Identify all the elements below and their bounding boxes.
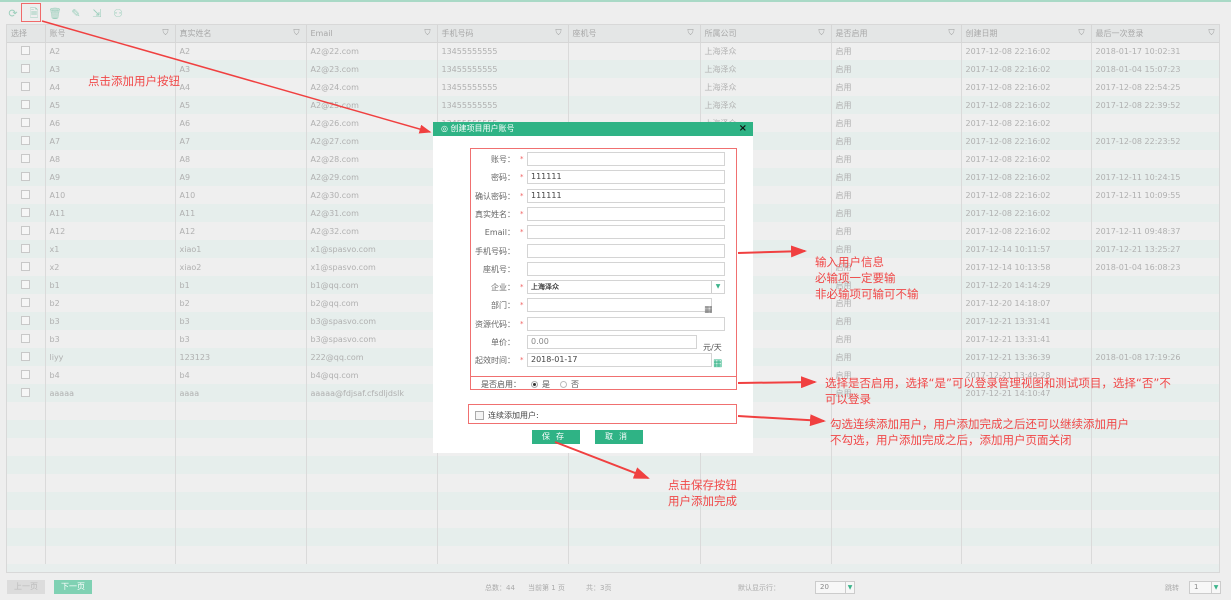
arrow-enable bbox=[737, 376, 817, 389]
annotation-line: 选择是否启用，选择“是”可以登录管理视图和测试项目，选择“否”不 bbox=[825, 376, 1171, 390]
annotation-line: 可以登录 bbox=[825, 392, 871, 406]
annotation-line: 输入用户信息 bbox=[815, 255, 884, 269]
annotation-save: 点击保存按钮 用户添加完成 bbox=[668, 477, 737, 509]
annotation-arrows bbox=[41, 20, 826, 479]
annotation-info: 输入用户信息 必输项一定要输 非必输项可输可不输 bbox=[815, 254, 919, 302]
annotation-line: 勾选连续添加用户，用户添加完成之后还可以继续添加用户 bbox=[830, 417, 1129, 431]
annotation-line: 必输项一定要输 bbox=[815, 271, 896, 285]
annotation-line: 不勾选，用户添加完成之后，添加用户页面关闭 bbox=[830, 433, 1072, 447]
arrow-continuous bbox=[737, 414, 826, 427]
annotation-add-button: 点击添加用户按钮 bbox=[88, 74, 180, 88]
annotation-line: 用户添加完成 bbox=[668, 494, 737, 508]
annotation-line: 点击保存按钮 bbox=[668, 478, 737, 492]
arrow-info bbox=[737, 245, 807, 258]
annotation-line: 非必输项可输可不输 bbox=[815, 287, 919, 301]
arrow-save bbox=[554, 441, 650, 479]
annotation-enable: 选择是否启用，选择“是”可以登录管理视图和测试项目，选择“否”不 可以登录 bbox=[825, 375, 1171, 407]
annotation-continuous: 勾选连续添加用户，用户添加完成之后还可以继续添加用户 不勾选，用户添加完成之后，… bbox=[830, 416, 1129, 448]
